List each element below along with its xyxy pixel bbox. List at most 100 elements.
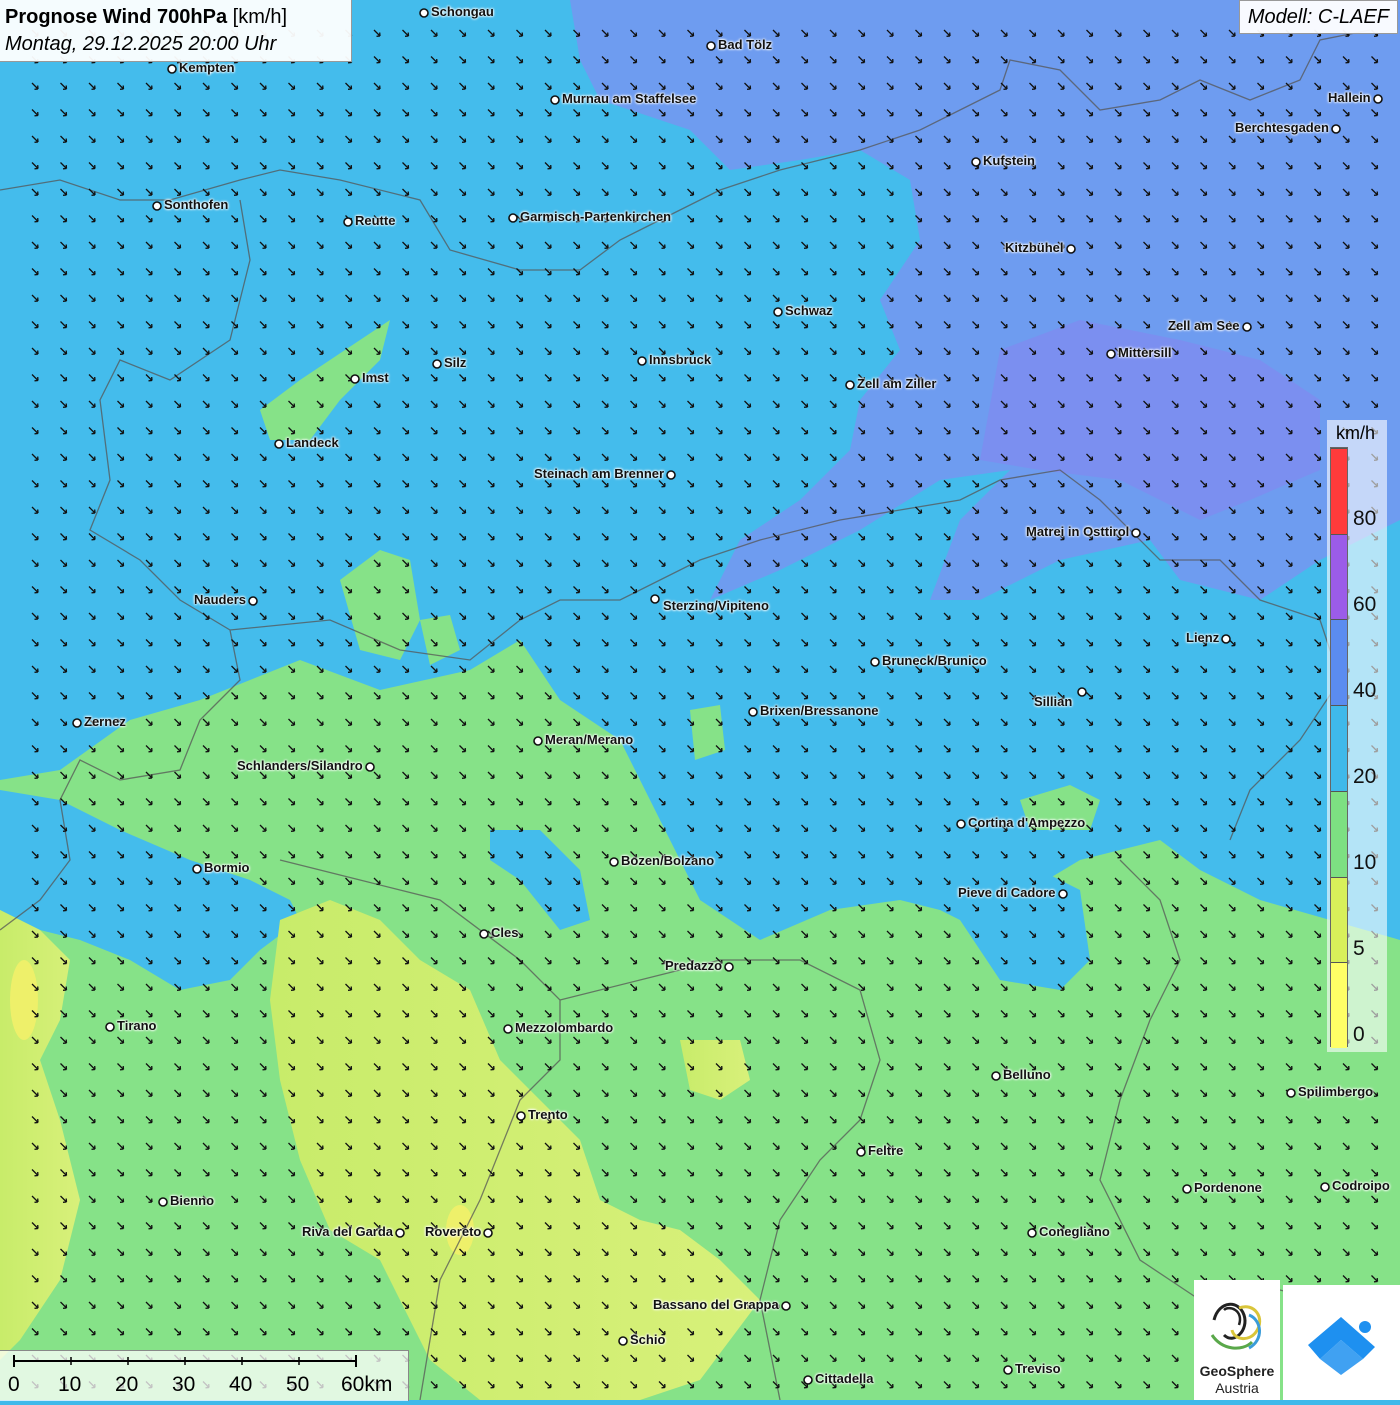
city-marker[interactable] <box>1242 322 1252 332</box>
city-label[interactable]: Hallein <box>1328 90 1371 105</box>
city-label[interactable]: Sterzing/Vipiteno <box>663 598 769 613</box>
city-label[interactable]: Rovereto <box>425 1224 481 1239</box>
city-label[interactable]: Tirano <box>117 1018 157 1033</box>
city-label[interactable]: Codroipo <box>1332 1178 1390 1193</box>
city-marker[interactable] <box>248 596 258 606</box>
city-label[interactable]: Belluno <box>1003 1067 1051 1082</box>
city-label[interactable]: Cortina d'Ampezzo <box>968 815 1085 830</box>
city-marker[interactable] <box>1077 687 1087 697</box>
city-label[interactable]: Schlanders/Silandro <box>237 758 363 773</box>
city-marker[interactable] <box>666 470 676 480</box>
city-label[interactable]: Meran/Merano <box>545 732 633 747</box>
city-label[interactable]: Kufstein <box>983 153 1035 168</box>
city-label[interactable]: Berchtesgaden <box>1235 120 1329 135</box>
city-marker[interactable] <box>971 157 981 167</box>
city-marker[interactable] <box>483 1228 493 1238</box>
city-marker[interactable] <box>856 1147 866 1157</box>
city-marker[interactable] <box>508 213 518 223</box>
city-label[interactable]: Schio <box>630 1332 665 1347</box>
city-label[interactable]: Schongau <box>431 4 494 19</box>
city-marker[interactable] <box>419 8 429 18</box>
city-label[interactable]: Landeck <box>286 435 339 450</box>
city-label[interactable]: Brixen/Bressanone <box>760 703 879 718</box>
city-marker[interactable] <box>870 657 880 667</box>
city-marker[interactable] <box>152 201 162 211</box>
city-marker[interactable] <box>1058 889 1068 899</box>
city-label[interactable]: Imst <box>362 370 389 385</box>
city-marker[interactable] <box>1066 244 1076 254</box>
city-marker[interactable] <box>845 380 855 390</box>
city-label[interactable]: Lienz <box>1186 630 1219 645</box>
city-marker[interactable] <box>1131 528 1141 538</box>
city-label[interactable]: Bassano del Grappa <box>653 1297 779 1312</box>
city-marker[interactable] <box>167 64 177 74</box>
city-label[interactable]: Treviso <box>1015 1361 1061 1376</box>
city-marker[interactable] <box>479 929 489 939</box>
city-label[interactable]: Kempten <box>179 60 235 75</box>
app-logo[interactable] <box>1283 1285 1400 1400</box>
city-marker[interactable] <box>192 864 202 874</box>
city-label[interactable]: Sillian <box>1034 694 1072 709</box>
city-label[interactable]: Conegliano <box>1039 1224 1110 1239</box>
city-label[interactable]: Nauders <box>194 592 246 607</box>
city-marker[interactable] <box>503 1024 513 1034</box>
city-marker[interactable] <box>1286 1088 1296 1098</box>
city-marker[interactable] <box>1373 94 1383 104</box>
city-label[interactable]: Sonthofen <box>164 197 228 212</box>
city-label[interactable]: Murnau am Staffelsee <box>562 91 696 106</box>
city-marker[interactable] <box>1003 1365 1013 1375</box>
city-label[interactable]: Zernez <box>84 714 126 729</box>
city-marker[interactable] <box>365 762 375 772</box>
city-label[interactable]: Schwaz <box>785 303 833 318</box>
city-label[interactable]: Bruneck/Brunico <box>882 653 987 668</box>
city-label[interactable]: Pieve di Cadore <box>958 885 1056 900</box>
city-label[interactable]: Bozen/Bolzano <box>621 853 714 868</box>
city-label[interactable]: Kitzbühel <box>1005 240 1064 255</box>
city-marker[interactable] <box>1106 349 1116 359</box>
city-marker[interactable] <box>274 439 284 449</box>
city-label[interactable]: Steinach am Brenner <box>534 466 664 481</box>
city-marker[interactable] <box>1221 634 1231 644</box>
city-label[interactable]: Zell am Ziller <box>857 376 936 391</box>
city-label[interactable]: Cles <box>491 925 518 940</box>
city-marker[interactable] <box>706 41 716 51</box>
city-label[interactable]: Zell am See <box>1168 318 1240 333</box>
city-marker[interactable] <box>72 718 82 728</box>
city-label[interactable]: Bormio <box>204 860 250 875</box>
city-marker[interactable] <box>350 374 360 384</box>
city-marker[interactable] <box>343 217 353 227</box>
city-marker[interactable] <box>609 857 619 867</box>
city-marker[interactable] <box>748 707 758 717</box>
city-marker[interactable] <box>1320 1182 1330 1192</box>
city-label[interactable]: Garmisch-Partenkirchen <box>520 209 671 224</box>
city-label[interactable]: Reutte <box>355 213 395 228</box>
city-label[interactable]: Bienno <box>170 1193 214 1208</box>
city-label[interactable]: Trento <box>528 1107 568 1122</box>
city-marker[interactable] <box>395 1228 405 1238</box>
city-marker[interactable] <box>956 819 966 829</box>
city-label[interactable]: Matrei in Osttirol <box>1026 524 1129 539</box>
city-marker[interactable] <box>991 1071 1001 1081</box>
geosphere-logo[interactable]: GeoSphere Austria <box>1194 1280 1280 1400</box>
city-label[interactable]: Innsbruck <box>649 352 711 367</box>
city-marker[interactable] <box>158 1197 168 1207</box>
city-label[interactable]: Pordenone <box>1194 1180 1262 1195</box>
city-marker[interactable] <box>650 594 660 604</box>
city-marker[interactable] <box>432 359 442 369</box>
city-marker[interactable] <box>773 307 783 317</box>
city-marker[interactable] <box>516 1111 526 1121</box>
city-marker[interactable] <box>533 736 543 746</box>
city-marker[interactable] <box>618 1336 628 1346</box>
city-marker[interactable] <box>1182 1184 1192 1194</box>
city-marker[interactable] <box>637 356 647 366</box>
city-label[interactable]: Mittersill <box>1118 345 1171 360</box>
city-marker[interactable] <box>550 95 560 105</box>
city-marker[interactable] <box>1027 1228 1037 1238</box>
city-label[interactable]: Bad Tölz <box>718 37 772 52</box>
city-marker[interactable] <box>1331 124 1341 134</box>
city-marker[interactable] <box>781 1301 791 1311</box>
city-label[interactable]: Feltre <box>868 1143 903 1158</box>
city-label[interactable]: Cittadella <box>815 1371 874 1386</box>
city-label[interactable]: Predazzo <box>665 958 722 973</box>
city-label[interactable]: Spilimbergo <box>1298 1084 1373 1099</box>
